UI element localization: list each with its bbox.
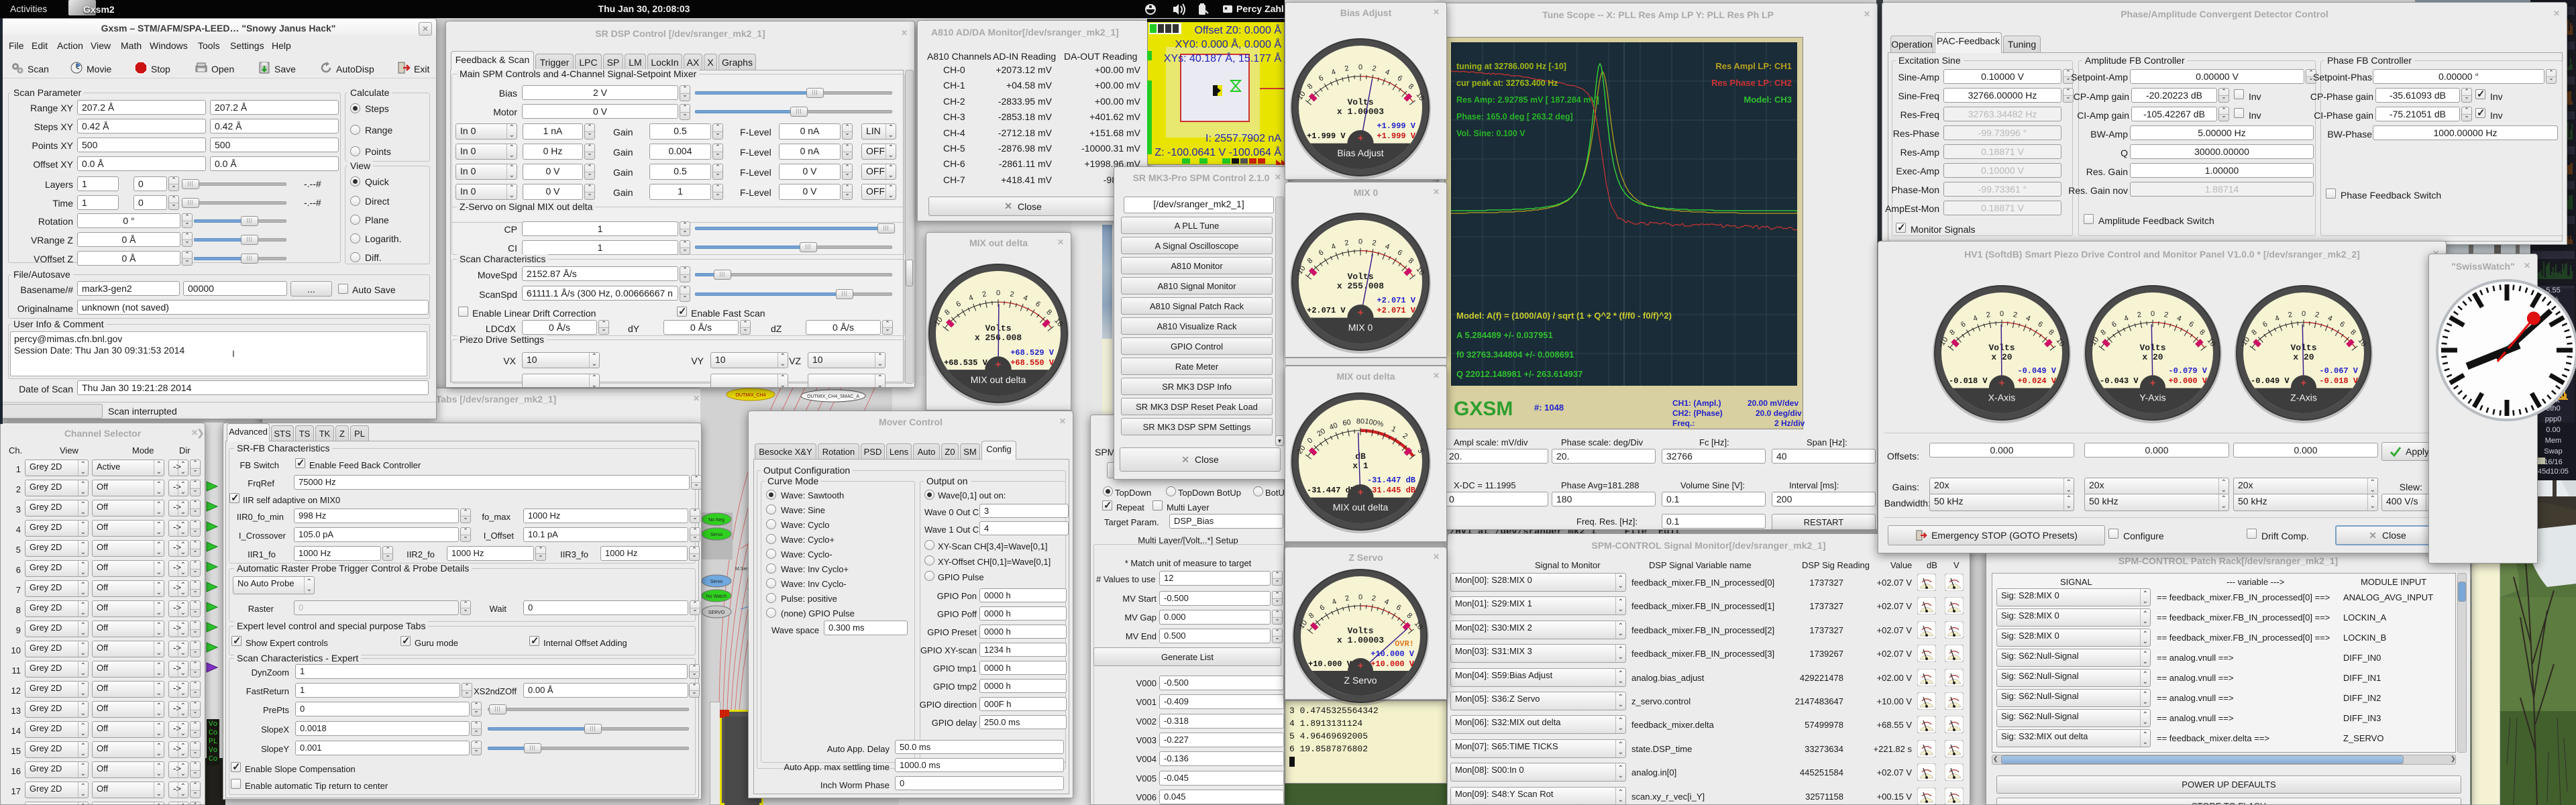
svg-text:-0.018 V: -0.018 V: [2319, 376, 2358, 386]
svg-text:0: 0: [1358, 238, 1362, 246]
svg-text:X-Axis: X-Axis: [1988, 392, 2015, 403]
svg-text:Model: CH3: Model: CH3: [1744, 95, 1792, 105]
svg-text:-31.447 dB: -31.447 dB: [1367, 476, 1415, 485]
svg-text:Res Ampl LP: CH1: Res Ampl LP: CH1: [1715, 61, 1792, 71]
svg-text:Volts: Volts: [1347, 626, 1373, 636]
svg-text:+1.999 V: +1.999 V: [1377, 131, 1415, 141]
svg-text:+68.535 V: +68.535 V: [944, 358, 988, 368]
svg-text:+1.999 V: +1.999 V: [1307, 131, 1346, 141]
svg-text:MIX 0: MIX 0: [1348, 322, 1373, 333]
svg-text:-0.018 V: -0.018 V: [1949, 376, 1988, 386]
svg-text:+68.529 V: +68.529 V: [1010, 348, 1055, 358]
svg-text:Servo: Servo: [710, 533, 722, 537]
svg-text:Mem: Mem: [2545, 437, 2561, 445]
svg-text:OVR!: OVR!: [1395, 639, 1414, 649]
svg-text:Z-Axis: Z-Axis: [2290, 392, 2317, 403]
svg-text:+: +: [1358, 487, 1364, 498]
svg-text:Phase: 165.0 deg [ 263.2 deg]: Phase: 165.0 deg [ 263.2 deg]: [1456, 112, 1573, 121]
svg-text:No Neg: No Neg: [708, 518, 724, 523]
svg-text:MIX out delta: MIX out delta: [1333, 502, 1389, 513]
svg-text:0: 0: [2151, 310, 2155, 318]
svg-text:cur peak at: 32763.400 Hz: cur peak at: 32763.400 Hz: [1456, 78, 1558, 88]
svg-text:XYs: 40.187 Å, 15.177 Å: XYs: 40.187 Å, 15.177 Å: [1164, 52, 1282, 64]
svg-text:MIX out delta: MIX out delta: [971, 374, 1026, 385]
svg-text:0: 0: [1358, 64, 1362, 72]
svg-text:+: +: [1358, 133, 1364, 144]
svg-text:Servo: Servo: [710, 580, 722, 584]
svg-text:dB: dB: [1355, 451, 1366, 462]
svg-text:-0.043 V: -0.043 V: [2100, 376, 2139, 386]
svg-text:+: +: [996, 359, 1002, 370]
svg-text:Volts: Volts: [1347, 272, 1373, 282]
svg-text:Z: -100.0641 V -100.064 Å: Z: -100.0641 V -100.064 Å: [1155, 146, 1281, 158]
svg-text:+68.550 V: +68.550 V: [1010, 358, 1055, 368]
svg-text:+2.071 V: +2.071 V: [1377, 306, 1415, 315]
svg-text:0: 0: [2000, 310, 2004, 318]
svg-text:x 20: x 20: [2293, 352, 2314, 362]
svg-text:0.00: 0.00: [2546, 426, 2560, 434]
svg-text:I: 2557.7902 nA: I: 2557.7902 nA: [1205, 133, 1281, 144]
svg-text:f0 32763.344804 +/- 0.0086: f0 32763.344804 +/- 0.008691: [1456, 350, 1574, 360]
svg-text:Q 22012.148981 +/- 263.614: Q 22012.148981 +/- 263.614937: [1456, 369, 1582, 379]
svg-text:+10.000 V: +10.000 V: [1308, 659, 1352, 669]
svg-text:45d10:05: 45d10:05: [2538, 468, 2569, 476]
svg-text:Swap: Swap: [2544, 447, 2563, 455]
svg-text:+: +: [2301, 378, 2307, 389]
svg-text:-31.445 dB: -31.445 dB: [1367, 486, 1415, 495]
svg-text:OUTMIX_CH4: OUTMIX_CH4: [735, 393, 765, 398]
svg-text:Z Servo: Z Servo: [1344, 675, 1377, 686]
svg-text:A 5.284489 +/- 0.03795: A 5.284489 +/- 0.037951: [1456, 330, 1553, 340]
svg-text:-31.447 dB: -31.447 dB: [1307, 486, 1355, 495]
svg-text:Res Phase LP: CH2: Res Phase LP: CH2: [1711, 78, 1792, 88]
svg-text:+0.024 V: +0.024 V: [2017, 376, 2056, 386]
svg-text:x 255.008: x 255.008: [1337, 281, 1384, 291]
svg-text:0: 0: [1358, 593, 1362, 601]
svg-text:x 1.00003: x 1.00003: [1337, 107, 1384, 117]
svg-text:+2.071 V: +2.071 V: [1307, 306, 1346, 315]
svg-text:x 1: x 1: [1352, 461, 1368, 471]
svg-text:80: 80: [1356, 418, 1364, 426]
svg-text:+: +: [1999, 378, 2005, 389]
svg-text:Offset Z0: 0.000 Å: Offset Z0: 0.000 Å: [1194, 23, 1281, 36]
svg-text:SERVO: SERVO: [708, 610, 725, 615]
svg-text:+: +: [2150, 378, 2156, 389]
svg-text:+0.000 V: +0.000 V: [2168, 376, 2207, 386]
svg-text:-0.067 V: -0.067 V: [2319, 366, 2358, 376]
svg-text:Res Amp: 2.92785 mV [ 187.284: Res Amp: 2.92785 mV [ 187.284 mV]: [1456, 95, 1599, 105]
svg-text:tuning at 32786.000 Hz [-10]: tuning at 32786.000 Hz [-10]: [1456, 62, 1566, 71]
svg-text:No Watch: No Watch: [706, 594, 727, 599]
svg-text:Volts: Volts: [1347, 97, 1373, 107]
svg-text:+10.000 V: +10.000 V: [1371, 659, 1415, 669]
svg-text:Y-Axis: Y-Axis: [2139, 392, 2165, 403]
svg-text:0: 0: [2302, 310, 2306, 318]
svg-text:-0.049 V: -0.049 V: [2251, 376, 2290, 386]
svg-text:16/16: 16/16: [2544, 458, 2563, 466]
svg-text:Bias Adjust: Bias Adjust: [1337, 148, 1383, 158]
svg-text:-0.079 V: -0.079 V: [2168, 366, 2207, 376]
svg-text:Volts: Volts: [2290, 343, 2316, 353]
svg-text:OUTMIX_CH4_SMAC_A: OUTMIX_CH4_SMAC_A: [807, 394, 859, 399]
svg-text:60: 60: [1342, 418, 1351, 427]
svg-text:+10.000 V: +10.000 V: [1371, 649, 1415, 659]
svg-text:Model: A(f) = (1000/A0) / sqrt: Model: A(f) = (1000/A0) / sqrt (1 + Q^2 …: [1456, 311, 1672, 321]
svg-text:XY0: 0.000 Å, 0.000 Å: XY0: 0.000 Å, 0.000 Å: [1175, 38, 1282, 50]
svg-text:+1.999 V: +1.999 V: [1377, 121, 1415, 131]
svg-text:0: 0: [996, 289, 1000, 297]
svg-text:x 20: x 20: [2142, 352, 2163, 362]
svg-text:x 1.00003: x 1.00003: [1337, 635, 1384, 645]
svg-text:+2.071 V: +2.071 V: [1377, 296, 1415, 305]
svg-text:Vol. Sine: 0.100 V: Vol. Sine: 0.100 V: [1456, 129, 1525, 138]
svg-text:Volts: Volts: [2139, 343, 2165, 353]
svg-text:-0.049 V: -0.049 V: [2017, 366, 2056, 376]
svg-text:+: +: [1358, 660, 1364, 672]
svg-text:+: +: [1358, 307, 1364, 319]
